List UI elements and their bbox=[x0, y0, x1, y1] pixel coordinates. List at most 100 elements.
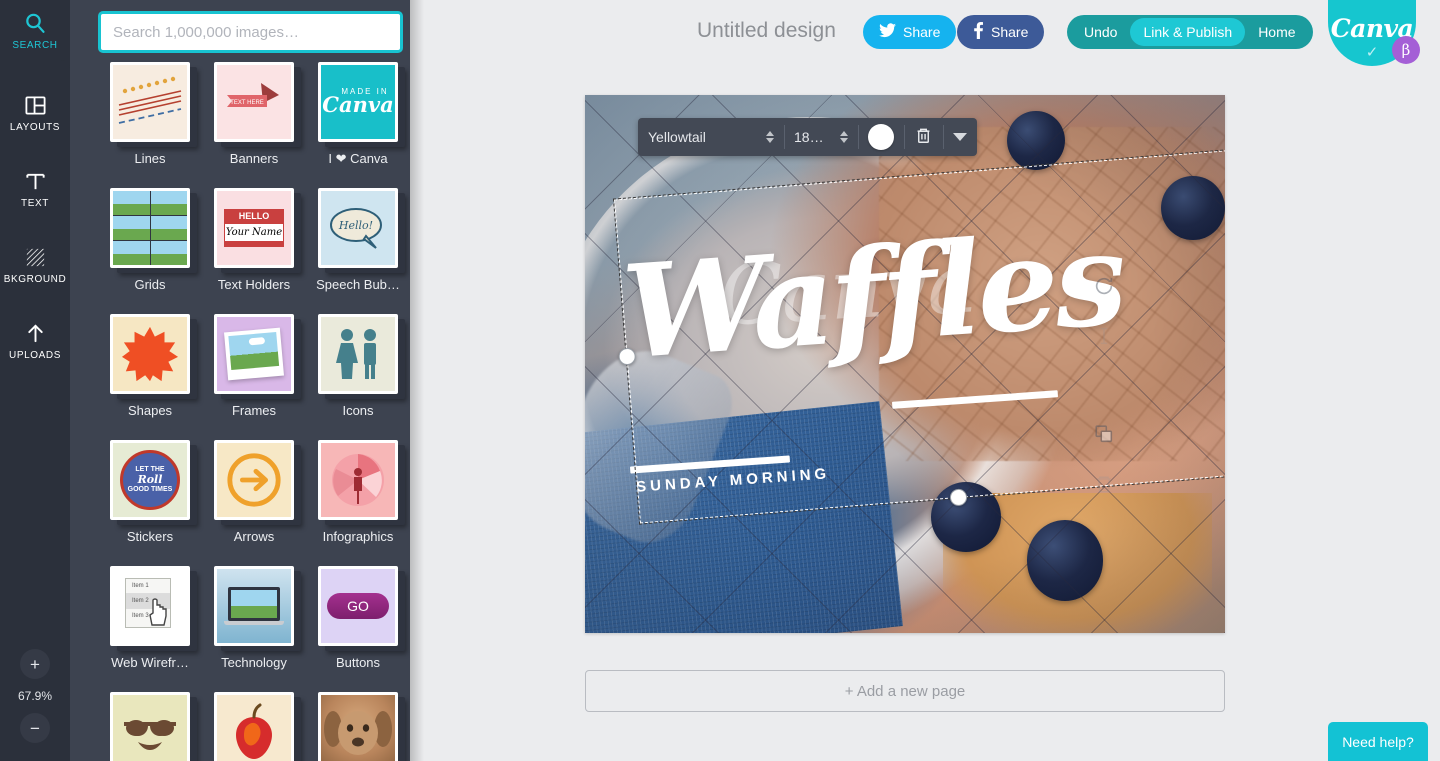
thumbnail-stack bbox=[214, 440, 301, 525]
twitter-share-button[interactable]: Share bbox=[863, 15, 957, 49]
element-category-item[interactable] bbox=[98, 692, 202, 761]
thumbnail-stack bbox=[110, 62, 197, 147]
element-category-item[interactable]: Item 1 Item 2 Item 3 Web Wirefr… bbox=[98, 566, 202, 692]
category-thumbnail: GO bbox=[318, 566, 398, 646]
canvas-workspace[interactable]: Canva Waffles SUNDAY MORNING + Add a new… bbox=[424, 66, 1440, 761]
element-category-item[interactable]: Hello! Speech Bub… bbox=[306, 188, 410, 314]
duplicate-icon[interactable] bbox=[1093, 423, 1115, 445]
category-label: Grids bbox=[134, 277, 166, 292]
search-icon bbox=[23, 9, 47, 37]
rotate-icon[interactable] bbox=[1093, 275, 1115, 297]
search-box[interactable] bbox=[98, 11, 403, 53]
category-thumbnail bbox=[110, 188, 190, 268]
canva-logo-badge[interactable]: Canva ✓ β bbox=[1328, 0, 1420, 66]
delete-text-button[interactable] bbox=[904, 118, 943, 156]
trash-icon[interactable] bbox=[1093, 473, 1115, 495]
font-size-select[interactable]: 18… bbox=[784, 118, 858, 156]
element-category-item[interactable]: Infographics bbox=[306, 440, 410, 566]
element-category-item[interactable]: Technology bbox=[202, 566, 306, 692]
thumbnail-stack: GO bbox=[318, 566, 405, 651]
element-category-item[interactable]: Arrows bbox=[202, 440, 306, 566]
zoom-out-button[interactable]: − bbox=[20, 713, 50, 743]
sidebar-item-layouts[interactable]: LAYOUTS bbox=[0, 78, 70, 146]
element-category-item[interactable]: HELLO Your Name Text Holders bbox=[202, 188, 306, 314]
top-toolbar: Untitled design Share Share Undo Link & … bbox=[424, 0, 1440, 66]
canva-editor: SEARCH LAYOUTS TEXT BKGROUND UPLOADS + 6… bbox=[0, 0, 1440, 761]
sidebar-label-layouts: LAYOUTS bbox=[9, 122, 61, 133]
category-label: Shapes bbox=[127, 403, 173, 418]
sidebar-item-text[interactable]: TEXT bbox=[0, 154, 70, 222]
element-category-item[interactable]: Shapes bbox=[98, 314, 202, 440]
element-category-item[interactable]: LET THE Roll GOOD TIMES Stickers bbox=[98, 440, 202, 566]
category-thumbnail bbox=[214, 314, 294, 394]
category-thumbnail: MADE IN Canva bbox=[318, 62, 398, 142]
category-thumbnail: LET THE Roll GOOD TIMES bbox=[110, 440, 190, 520]
svg-text:TEXT HERE: TEXT HERE bbox=[230, 100, 264, 106]
element-category-grid: Lines TEXT HERE Banners MADE IN Canva I … bbox=[70, 62, 410, 761]
sidebar-label-search: SEARCH bbox=[12, 40, 58, 51]
page-title[interactable]: Untitled design bbox=[697, 19, 836, 43]
element-category-item[interactable]: MADE IN Canva I ❤ Canva bbox=[306, 62, 410, 188]
font-family-stepper-icon bbox=[766, 131, 774, 143]
text-format-toolbar: Yellowtail 18… bbox=[638, 118, 977, 156]
thumbnail-stack bbox=[214, 566, 301, 651]
sidebar-label-text: TEXT bbox=[21, 198, 49, 209]
search-input[interactable] bbox=[101, 14, 400, 50]
element-category-item[interactable]: Icons bbox=[306, 314, 410, 440]
twitter-share-label: Share bbox=[903, 24, 941, 40]
check-icon: ✓ bbox=[1365, 44, 1379, 61]
thumbnail-stack: TEXT HERE bbox=[214, 62, 301, 147]
font-family-select[interactable]: Yellowtail bbox=[638, 118, 784, 156]
link-publish-button[interactable]: Link & Publish bbox=[1130, 18, 1246, 46]
element-category-item[interactable] bbox=[202, 692, 306, 761]
category-label: Lines bbox=[134, 151, 166, 166]
category-label: Buttons bbox=[335, 655, 381, 670]
sidebar-item-bkground[interactable]: BKGROUND bbox=[0, 230, 70, 298]
sidebar-item-uploads[interactable]: UPLOADS bbox=[0, 306, 70, 374]
text-color-button[interactable] bbox=[858, 118, 904, 156]
element-category-item[interactable]: TEXT HERE Banners bbox=[202, 62, 306, 188]
beta-badge: β bbox=[1392, 36, 1420, 64]
font-family-value: Yellowtail bbox=[648, 129, 706, 145]
text-icon bbox=[24, 167, 47, 195]
category-thumbnail bbox=[110, 62, 190, 142]
home-button[interactable]: Home bbox=[1245, 18, 1308, 46]
category-thumbnail bbox=[318, 314, 398, 394]
thumbnail-stack: MADE IN Canva bbox=[318, 62, 405, 147]
category-thumbnail bbox=[110, 692, 190, 761]
thumbnail-stack bbox=[318, 440, 405, 525]
add-new-page-button[interactable]: + Add a new page bbox=[585, 670, 1225, 712]
facebook-share-button[interactable]: Share bbox=[957, 15, 1045, 49]
thumbnail-stack bbox=[214, 692, 301, 761]
element-category-item[interactable]: Lines bbox=[98, 62, 202, 188]
text-cursor-icon[interactable] bbox=[1093, 325, 1115, 347]
thumbnail-stack bbox=[110, 314, 197, 399]
more-options-button[interactable] bbox=[943, 118, 977, 156]
element-category-item[interactable]: Frames bbox=[202, 314, 306, 440]
need-help-button[interactable]: Need help? bbox=[1328, 722, 1428, 761]
category-label: Text Holders bbox=[217, 277, 291, 292]
zoom-in-button[interactable]: + bbox=[20, 649, 50, 679]
element-category-item[interactable]: Grids bbox=[98, 188, 202, 314]
thumbnail-stack bbox=[110, 692, 197, 761]
headline-text[interactable]: Waffles bbox=[619, 204, 1216, 388]
design-canvas[interactable]: Canva Waffles SUNDAY MORNING bbox=[585, 95, 1225, 633]
twitter-icon bbox=[879, 23, 896, 41]
chevron-down-icon bbox=[953, 133, 967, 141]
undo-button[interactable]: Undo bbox=[1071, 18, 1130, 46]
facebook-share-label: Share bbox=[991, 24, 1029, 40]
category-thumbnail bbox=[214, 440, 294, 520]
element-category-item[interactable] bbox=[306, 692, 410, 761]
zoom-controls: + 67.9% − bbox=[0, 649, 70, 743]
category-label: Web Wirefr… bbox=[111, 655, 189, 670]
upload-icon bbox=[24, 319, 47, 347]
element-category-item[interactable]: GO Buttons bbox=[306, 566, 410, 692]
rail-items: SEARCH LAYOUTS TEXT BKGROUND UPLOADS bbox=[0, 0, 70, 374]
layouts-icon bbox=[24, 91, 47, 119]
thumbnail-stack bbox=[318, 314, 405, 399]
color-swatch-icon bbox=[868, 124, 894, 150]
svg-text:Hello!: Hello! bbox=[338, 219, 373, 232]
category-label: Frames bbox=[231, 403, 277, 418]
category-label: Stickers bbox=[126, 529, 174, 544]
sidebar-item-search[interactable]: SEARCH bbox=[0, 0, 70, 60]
